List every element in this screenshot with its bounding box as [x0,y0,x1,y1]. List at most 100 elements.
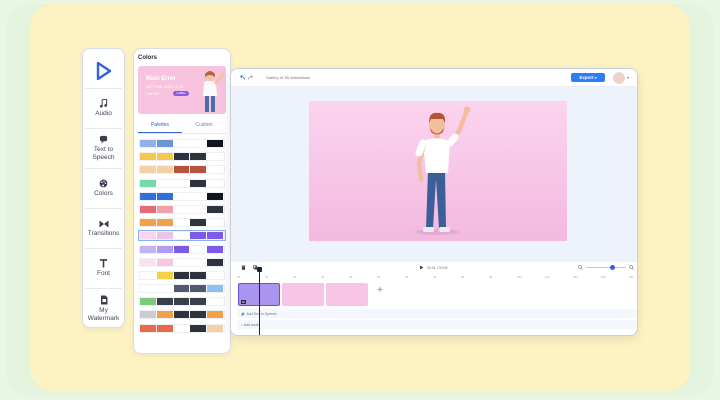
play-icon[interactable] [419,265,424,270]
color-swatch [207,311,224,319]
color-swatch [207,153,224,161]
banner-heading: Main Error [146,76,177,82]
zoom-in-icon[interactable] [629,265,634,270]
color-swatch [156,232,174,240]
ruler-tick: 14s [629,275,634,279]
color-swatch [140,166,157,174]
user-avatar[interactable] [612,71,625,84]
palette-swatch-row[interactable] [139,257,225,267]
color-swatch [190,271,208,279]
scene-clip[interactable] [282,283,324,306]
palette-swatch-row[interactable] [139,191,225,201]
color-swatch [140,219,157,227]
tool-font[interactable]: Font [85,249,122,289]
palette-swatch-row[interactable] [139,270,225,280]
palette-swatch-row[interactable] [139,139,225,148]
color-swatch [140,285,157,293]
tab-palettes[interactable]: Palettes [138,122,182,133]
color-swatch [156,179,174,187]
tool-audio[interactable]: Audio [85,89,122,129]
speech-icon [99,135,108,144]
color-swatch [173,245,191,253]
palette-swatch-row[interactable] [139,218,225,228]
palette-swatch-row[interactable] [138,230,226,242]
color-swatch [173,166,191,174]
add-scene-button[interactable]: + [373,284,387,298]
redo-icon[interactable] [248,75,254,80]
ruler-tick: 9s [489,275,493,279]
current-time: 00:01 / 00:08 [427,265,448,270]
tts-track[interactable]: 🔊 Add Text to Speech [237,309,637,318]
music-note-icon [99,99,108,108]
tool-my-watermark-label: My Watermark [87,307,120,322]
zoom-slider[interactable] [586,265,626,270]
color-swatch [140,140,157,147]
colors-panel-title: Colors [138,55,158,61]
palette-tabs: Palettes Custom [138,122,226,134]
palette-swatch-row[interactable] [139,323,225,333]
tool-colors[interactable]: Colors [85,169,122,209]
color-swatch [173,298,191,306]
color-swatch [156,153,174,161]
color-swatch [140,271,157,279]
color-swatch [156,298,174,306]
palette-swatch-row[interactable] [139,152,225,162]
palette-icon [99,179,108,188]
audio-track[interactable]: ♪ Add audio [237,320,637,329]
color-swatch [156,219,174,227]
color-swatch [207,232,224,240]
export-button[interactable]: Export ▾ [570,73,605,82]
export-label: Export [579,75,594,80]
color-swatch [156,140,174,147]
trash-icon[interactable] [241,265,246,270]
canvas-area [231,87,637,261]
palette-swatch-row[interactable] [139,310,225,320]
color-swatch [173,232,191,240]
zoom-out-icon[interactable] [578,265,583,270]
color-swatch [207,298,224,306]
color-swatch [173,271,191,279]
banner-subtitle: BOTTOM SUBTITLE [146,85,184,89]
color-swatch [173,285,191,293]
color-swatch [190,219,208,227]
avatar-chevron-icon[interactable]: ▾ [627,75,629,80]
ruler-tick: 3s [321,275,325,279]
ruler-tick: 2s [293,275,297,279]
color-swatch [190,192,208,200]
color-swatch [190,153,208,161]
playhead[interactable] [257,267,262,335]
timeline-ruler[interactable]: 0s 1s 2s 3s 4s 5s 6s 7s 8s 9s 10s 11s 12s 13s 14s [237,273,634,281]
palette-swatch-row[interactable] [139,297,225,307]
palette-swatch-row[interactable] [139,284,225,294]
color-swatch [190,166,208,174]
color-swatch [207,179,224,187]
color-swatch [156,166,174,174]
ruler-tick: 12s [573,275,578,279]
palette-swatch-row[interactable] [139,204,225,214]
color-swatch [156,271,174,279]
tool-text-to-speech[interactable]: Text to Speech [85,129,122,169]
project-title[interactable]: Gallery of 3D Animations [266,75,571,80]
ruler-tick: 10s [517,275,522,279]
color-swatch [207,258,224,266]
color-swatch [190,205,208,213]
palette-swatch-row[interactable] [139,178,225,188]
tab-custom[interactable]: Custom [182,122,226,133]
color-swatch [140,179,157,187]
tool-colors-label: Colors [94,190,113,197]
video-scene[interactable] [309,101,567,241]
tool-my-watermark[interactable]: My Watermark [85,289,122,329]
font-icon [99,259,108,268]
scene-clip[interactable] [326,283,368,306]
chevron-down-icon: ▾ [594,75,597,80]
color-swatch [156,245,174,253]
color-swatch [190,258,208,266]
editor-window: Gallery of 3D Animations Export ▾ ▾ 00:0… [230,68,638,336]
undo-icon[interactable] [239,75,245,80]
palette-swatch-row[interactable] [139,165,225,175]
color-swatch [173,192,191,200]
color-swatch [207,140,224,147]
palette-swatch-row[interactable] [139,244,225,254]
ruler-tick: 0s [237,275,241,279]
tool-transitions[interactable]: Transitions [85,209,122,249]
